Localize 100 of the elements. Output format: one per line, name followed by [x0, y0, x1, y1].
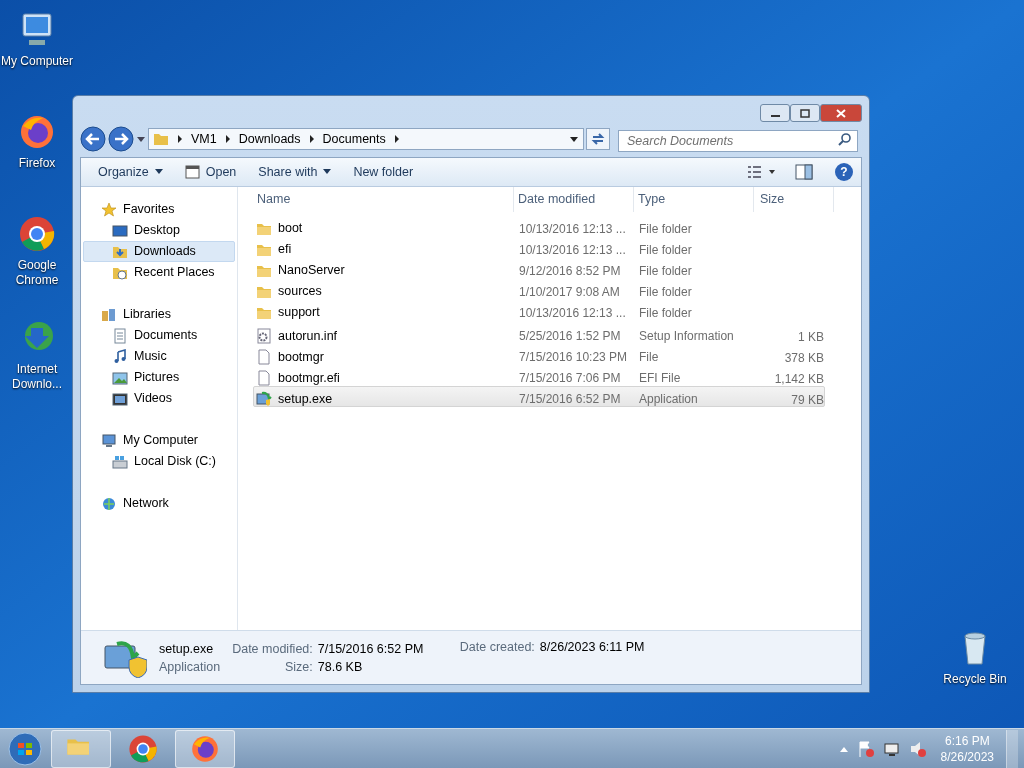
- window-icon: [184, 165, 200, 179]
- details-file-type: Application: [159, 658, 221, 676]
- file-name: efi: [278, 241, 292, 259]
- navigation-item[interactable]: Music: [83, 346, 235, 367]
- file-row[interactable]: bootmgr.efi 7/15/2016 7:06 PM EFI File 1,142 KB: [253, 365, 825, 386]
- file-date: 7/15/2016 6:52 PM: [518, 391, 622, 408]
- navigation-item[interactable]: Documents: [83, 325, 235, 346]
- navigation-item[interactable]: Network: [83, 493, 235, 514]
- file-size: 378 KB: [784, 351, 824, 365]
- file-row[interactable]: NanoServer 9/12/2016 8:52 PM File folder: [253, 260, 825, 281]
- column-header[interactable]: Date modified: [514, 187, 634, 212]
- column-header[interactable]: Type: [634, 187, 754, 212]
- breadcrumb-item[interactable]: VM1: [191, 129, 217, 149]
- toolbar-button[interactable]: Open: [175, 160, 246, 184]
- file-type: File: [638, 349, 660, 366]
- file-row[interactable]: boot 10/13/2016 12:13 ... File folder: [253, 218, 825, 239]
- chevron-icon: [308, 135, 315, 143]
- file-type: File folder: [638, 304, 693, 322]
- details-value: 78.6 KB: [317, 658, 364, 676]
- maximize-button[interactable]: [790, 104, 820, 122]
- file-date: 7/15/2016 10:23 PM: [518, 349, 629, 366]
- breadcrumb-item[interactable]: Downloads: [238, 129, 301, 149]
- navigation-item[interactable]: Local Disk (C:): [83, 451, 235, 472]
- breadcrumb-item[interactable]: Documents: [322, 129, 386, 149]
- forward-icon: [108, 126, 134, 152]
- file-row[interactable]: bootmgr 7/15/2016 10:23 PM File 378 KB: [253, 344, 825, 365]
- clock-time: 6:16 PM: [944, 732, 990, 749]
- file-name: setup.exe: [278, 390, 333, 408]
- search-field[interactable]: Search Documents: [618, 130, 858, 152]
- maximize-icon: [800, 108, 810, 118]
- library-icon: [101, 306, 117, 323]
- file-name: autorun.inf: [278, 327, 338, 345]
- column-header[interactable]: Size: [754, 187, 834, 212]
- navigation-item[interactable]: Favorites: [83, 199, 235, 220]
- back-icon: [80, 126, 106, 152]
- details-label: Date created:: [459, 639, 535, 656]
- toolbar-button[interactable]: Share with: [249, 160, 341, 184]
- file-type: File folder: [638, 262, 693, 280]
- navigation-item[interactable]: Libraries: [83, 304, 235, 325]
- desktop-icon-label[interactable]: My Computer: [1, 54, 73, 69]
- toolbar-button[interactable]: Organize: [89, 160, 172, 184]
- column-header[interactable]: Name: [253, 187, 514, 212]
- navigation-item[interactable]: Downloads: [83, 241, 235, 262]
- windows-logo-icon: [8, 731, 42, 766]
- star-icon: [101, 201, 117, 218]
- chrome-icon[interactable]: [17, 214, 57, 254]
- navigation-item[interactable]: My Computer: [83, 430, 235, 451]
- taskbar-button[interactable]: [175, 729, 235, 768]
- toolbar-button[interactable]: New folder: [344, 160, 423, 184]
- file-name: NanoServer: [278, 262, 345, 280]
- caret-icon: [136, 134, 146, 144]
- file-name: boot: [278, 220, 303, 238]
- help-button[interactable]: ?: [835, 163, 853, 181]
- details-label: Date modified:: [232, 640, 313, 658]
- file-date: 9/12/2016 8:52 PM: [518, 262, 622, 280]
- file-row[interactable]: sources 1/10/2017 9:08 AM File folder: [253, 281, 825, 302]
- file-name: bootmgr.efi: [278, 369, 340, 387]
- file-size: 1,142 KB: [774, 372, 824, 386]
- navigation-item[interactable]: Recent Places: [83, 262, 235, 283]
- desktop-icon-label[interactable]: Internet Downlo...: [2, 362, 72, 392]
- address-bar[interactable]: VM1 Downloads Documents: [148, 128, 584, 150]
- file-name: bootmgr: [278, 348, 324, 366]
- file-date: 5/25/2016 1:52 PM: [518, 328, 622, 345]
- file-date: 10/13/2016 12:13 ...: [518, 220, 627, 238]
- clock-date: 8/26/2023: [940, 748, 994, 765]
- close-icon: [836, 108, 846, 118]
- file-type: Application: [638, 391, 699, 408]
- computer-icon: [101, 432, 117, 449]
- caret-icon: [569, 134, 579, 144]
- navigation-item[interactable]: Videos: [83, 388, 235, 409]
- folder-icon: [153, 132, 169, 146]
- file-icon: [256, 349, 272, 365]
- navigation-item[interactable]: Desktop: [83, 220, 235, 241]
- minimize-icon: [770, 115, 780, 117]
- close-button[interactable]: [820, 104, 862, 122]
- file-type: File folder: [638, 283, 693, 301]
- refresh-icon: [590, 132, 606, 146]
- flag-warning-icon: [856, 739, 875, 758]
- navigation-item[interactable]: Pictures: [83, 367, 235, 388]
- file-name: support: [278, 304, 320, 322]
- music-note-icon: [112, 348, 128, 365]
- file-row[interactable]: support 10/13/2016 12:13 ... File folder: [253, 302, 825, 323]
- details-value: 8/26/2023 6:11 PM: [539, 639, 646, 656]
- picture-icon: [112, 369, 128, 386]
- minimize-button[interactable]: [760, 104, 790, 122]
- chevron-icon: [224, 135, 231, 143]
- application-icon: [256, 391, 272, 407]
- file-row[interactable]: setup.exe 7/15/2016 6:52 PM Application 79 KB: [253, 386, 825, 407]
- file-size: 1 KB: [798, 330, 824, 344]
- document-icon: [112, 327, 128, 344]
- chevron-icon: [393, 135, 400, 143]
- file-name: sources: [278, 283, 322, 301]
- file-row[interactable]: efi 10/13/2016 12:13 ... File folder: [253, 239, 825, 260]
- desktop-icon-label[interactable]: Recycle Bin: [943, 672, 1007, 687]
- file-row[interactable]: autorun.inf 5/25/2016 1:52 PM Setup Information 1 KB: [253, 323, 825, 344]
- desktop-icon-label[interactable]: Google Chrome: [2, 258, 72, 288]
- desktop-icon-label[interactable]: Firefox: [18, 156, 56, 171]
- file-date: 7/15/2016 7:06 PM: [518, 370, 622, 387]
- refresh-button[interactable]: [586, 128, 610, 150]
- speaker-muted-icon: [908, 739, 927, 758]
